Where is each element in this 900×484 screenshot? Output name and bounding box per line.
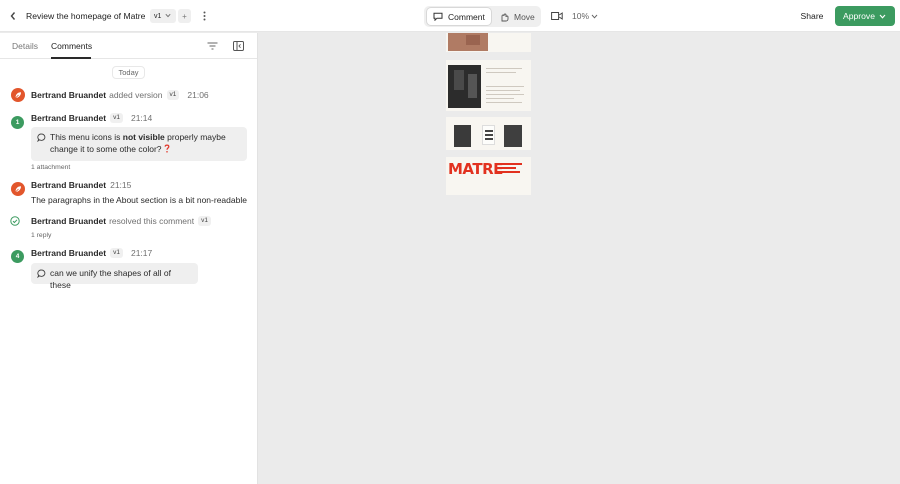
comment-text: This menu icons is <box>50 132 123 142</box>
comment-icon <box>433 12 444 21</box>
top-bar: Review the homepage of Matre v1 + Commen… <box>0 0 900 32</box>
more-options-button[interactable] <box>198 9 210 23</box>
activity-line: Bertrand Bruandet resolved this comment … <box>31 215 212 226</box>
text-line <box>496 167 516 169</box>
chevron-down-icon[interactable] <box>591 11 599 21</box>
comment-pin[interactable]: 4 <box>11 250 24 263</box>
brand-logo: MATRE <box>448 160 503 178</box>
move-icon <box>499 12 510 22</box>
move-mode-button[interactable]: Move <box>494 8 538 25</box>
zoom-level[interactable]: 10% <box>572 11 589 21</box>
text-line <box>496 171 520 173</box>
comment-text: can we unify the shapes of all of these <box>50 268 171 290</box>
thumbnail-photo <box>466 35 480 45</box>
comment-text: change it to some othe color? <box>50 143 162 154</box>
day-separator: Today <box>112 66 145 79</box>
avatar-logo-icon <box>15 92 21 99</box>
panel-tabs: Details Comments <box>0 33 257 59</box>
text-line <box>486 102 522 103</box>
text-line <box>486 90 520 91</box>
comment-pin[interactable]: 1 <box>11 116 24 129</box>
approve-label: Approve <box>843 11 876 21</box>
activity-text: added version <box>109 89 163 100</box>
tab-comments[interactable]: Comments <box>51 41 92 51</box>
chevron-left-icon <box>10 12 16 20</box>
version-badge: v1 <box>110 112 123 123</box>
filter-icon[interactable] <box>207 40 219 52</box>
author-name: Bertrand Bruandet <box>31 179 107 190</box>
author-name: Bertrand Bruandet <box>31 247 107 258</box>
thumbnail-photo <box>468 74 477 98</box>
text-line <box>486 98 514 99</box>
comment-text: The paragraphs in the About section is a… <box>31 195 247 205</box>
text-line <box>486 86 524 87</box>
comment-bubble[interactable]: This menu icons is not visible properly … <box>31 127 247 161</box>
comment-icon <box>37 269 46 278</box>
page-thumbnail: MATRE <box>446 157 531 195</box>
avatar <box>11 88 25 102</box>
version-selector[interactable]: v1 <box>150 9 176 23</box>
timestamp: 21:17 <box>130 247 153 258</box>
comment-header: Bertrand Bruandet 21:15 <box>31 179 131 190</box>
timestamp: 21:14 <box>130 112 153 123</box>
timestamp: 21:06 <box>187 89 209 100</box>
reply-link[interactable]: 1 reply <box>31 232 51 239</box>
thumbnail-photo <box>454 70 464 90</box>
activity-text: resolved this comment <box>109 215 195 226</box>
avatar-logo-icon <box>15 186 21 193</box>
move-mode-label: Move <box>514 11 535 22</box>
text-line <box>486 72 516 73</box>
active-tab-indicator <box>51 57 91 59</box>
check-icon <box>10 216 20 226</box>
question-icon <box>164 143 170 153</box>
panel-collapse-icon[interactable] <box>233 40 245 52</box>
comments-panel: Details Comments Today Bertrand Bruandet… <box>0 33 258 484</box>
page-thumbnail <box>446 117 531 150</box>
share-button[interactable]: Share <box>796 6 828 26</box>
back-button[interactable] <box>6 9 20 23</box>
page-thumbnail <box>446 60 531 111</box>
comment-text-bold: not visible <box>122 132 165 142</box>
author-name: Bertrand Bruandet <box>31 89 107 100</box>
comment-text: properly maybe <box>164 132 226 142</box>
comment-header: Bertrand Bruandet v1 21:17 <box>31 247 152 258</box>
text-line <box>486 94 524 95</box>
view-icon[interactable] <box>551 10 563 22</box>
comment-bubble[interactable]: can we unify the shapes of all of these <box>31 263 198 290</box>
comment-mode-button[interactable]: Comment <box>427 8 491 25</box>
design-canvas[interactable]: MATRE <box>446 33 531 195</box>
attachment-link[interactable]: 1 attachment <box>31 164 70 171</box>
document-title: Review the homepage of Matre <box>26 11 146 21</box>
avatar <box>11 182 25 196</box>
plus-icon: + <box>182 11 187 21</box>
thumbnail-photo <box>454 125 471 147</box>
version-badge: v1 <box>198 215 212 226</box>
comment-icon <box>37 133 46 142</box>
chevron-down-icon <box>879 11 888 21</box>
author-name: Bertrand Bruandet <box>31 112 107 123</box>
version-badge: v1 <box>166 89 180 100</box>
text-line <box>496 163 522 165</box>
text-line <box>486 68 522 69</box>
version-badge: v1 <box>110 247 123 258</box>
timestamp: 21:15 <box>110 179 132 190</box>
page-thumbnail <box>446 33 531 52</box>
mode-switch: Comment Move <box>424 6 541 27</box>
tab-details[interactable]: Details <box>12 41 38 51</box>
chevron-down-icon <box>165 13 171 20</box>
thumbnail-card <box>482 125 495 145</box>
add-version-button[interactable]: + <box>178 9 191 23</box>
version-label: v1 <box>154 12 162 20</box>
comment-mode-label: Comment <box>448 11 485 22</box>
comment-header: Bertrand Bruandet v1 21:14 <box>31 112 152 123</box>
author-name: Bertrand Bruandet <box>31 215 107 226</box>
approve-button[interactable]: Approve <box>835 6 895 26</box>
more-icon <box>203 11 205 21</box>
activity-line: Bertrand Bruandet added version v1 21:06 <box>31 89 209 100</box>
thumbnail-photo <box>504 125 522 147</box>
